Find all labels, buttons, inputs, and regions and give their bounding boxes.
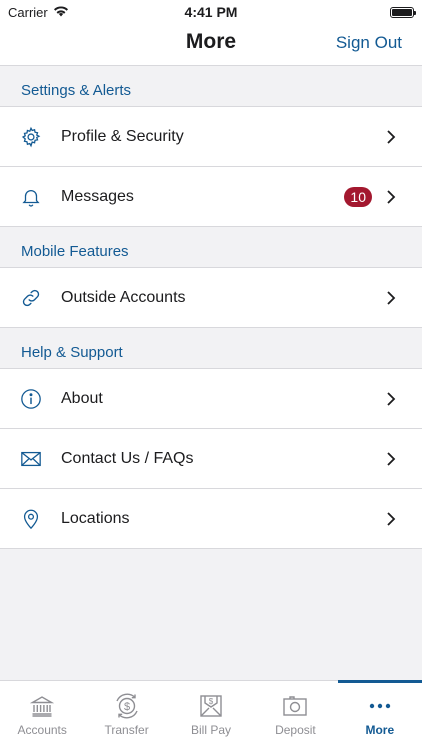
chevron-right-icon xyxy=(386,391,396,407)
location-pin-icon xyxy=(20,508,42,530)
settings-list: Settings & Alerts Profile & Security Mes… xyxy=(0,66,422,549)
tab-transfer[interactable]: $ Transfer xyxy=(84,681,168,750)
status-bar: Carrier 4:41 PM xyxy=(0,0,422,24)
row-label: About xyxy=(61,389,103,407)
tab-bill-pay[interactable]: $ Bill Pay xyxy=(169,681,253,750)
ellipsis-icon xyxy=(366,693,394,719)
info-icon xyxy=(20,388,42,410)
envelope-icon xyxy=(20,448,42,470)
bell-icon xyxy=(20,186,42,208)
carrier-label: Carrier xyxy=(8,4,48,20)
sign-out-button[interactable]: Sign Out xyxy=(336,33,402,53)
row-profile-security[interactable]: Profile & Security xyxy=(0,107,422,167)
row-label: Profile & Security xyxy=(61,127,184,145)
bill-pay-icon: $ xyxy=(197,693,225,719)
row-outside-accounts[interactable]: Outside Accounts xyxy=(0,268,422,328)
section-header-help-support: Help & Support xyxy=(0,328,422,368)
chevron-right-icon xyxy=(386,511,396,527)
nav-bar: More Sign Out xyxy=(0,24,422,66)
tab-label: Bill Pay xyxy=(191,723,232,737)
messages-count-badge: 10 xyxy=(344,186,372,207)
section-mobile-features: Outside Accounts xyxy=(0,267,422,328)
chevron-right-icon xyxy=(386,129,396,145)
wifi-icon xyxy=(53,5,69,20)
row-label: Messages xyxy=(61,187,134,205)
tab-deposit[interactable]: Deposit xyxy=(253,681,337,750)
gear-icon xyxy=(20,126,42,148)
row-label: Contact Us / FAQs xyxy=(61,449,194,467)
section-help-support: About Contact Us / FAQs Locations xyxy=(0,368,422,549)
section-header-settings-alerts: Settings & Alerts xyxy=(0,66,422,106)
link-icon xyxy=(20,287,42,309)
bank-icon xyxy=(28,693,56,719)
row-about[interactable]: About xyxy=(0,369,422,429)
tab-label: More xyxy=(365,723,395,737)
tab-more[interactable]: More xyxy=(337,680,422,750)
row-locations[interactable]: Locations xyxy=(0,489,422,549)
battery-icon xyxy=(390,6,416,18)
chevron-right-icon xyxy=(386,290,396,306)
svg-text:$: $ xyxy=(124,701,130,713)
row-contact-us-faqs[interactable]: Contact Us / FAQs xyxy=(0,429,422,489)
svg-text:$: $ xyxy=(209,697,214,706)
row-messages[interactable]: Messages 10 xyxy=(0,167,422,227)
tab-label: Transfer xyxy=(104,723,149,737)
camera-icon xyxy=(281,693,309,719)
row-label: Locations xyxy=(61,509,130,527)
status-left: Carrier xyxy=(8,5,69,20)
row-label: Outside Accounts xyxy=(61,288,186,306)
tab-label: Accounts xyxy=(17,723,67,737)
section-settings-alerts: Profile & Security Messages 10 xyxy=(0,106,422,227)
transfer-icon: $ xyxy=(113,693,141,719)
tab-bar: Accounts $ Transfer $ Bill Pay Deposit M… xyxy=(0,680,422,750)
tab-label: Deposit xyxy=(275,723,316,737)
chevron-right-icon xyxy=(386,451,396,467)
tab-accounts[interactable]: Accounts xyxy=(0,681,84,750)
chevron-right-icon xyxy=(386,189,396,205)
section-header-mobile-features: Mobile Features xyxy=(0,227,422,267)
